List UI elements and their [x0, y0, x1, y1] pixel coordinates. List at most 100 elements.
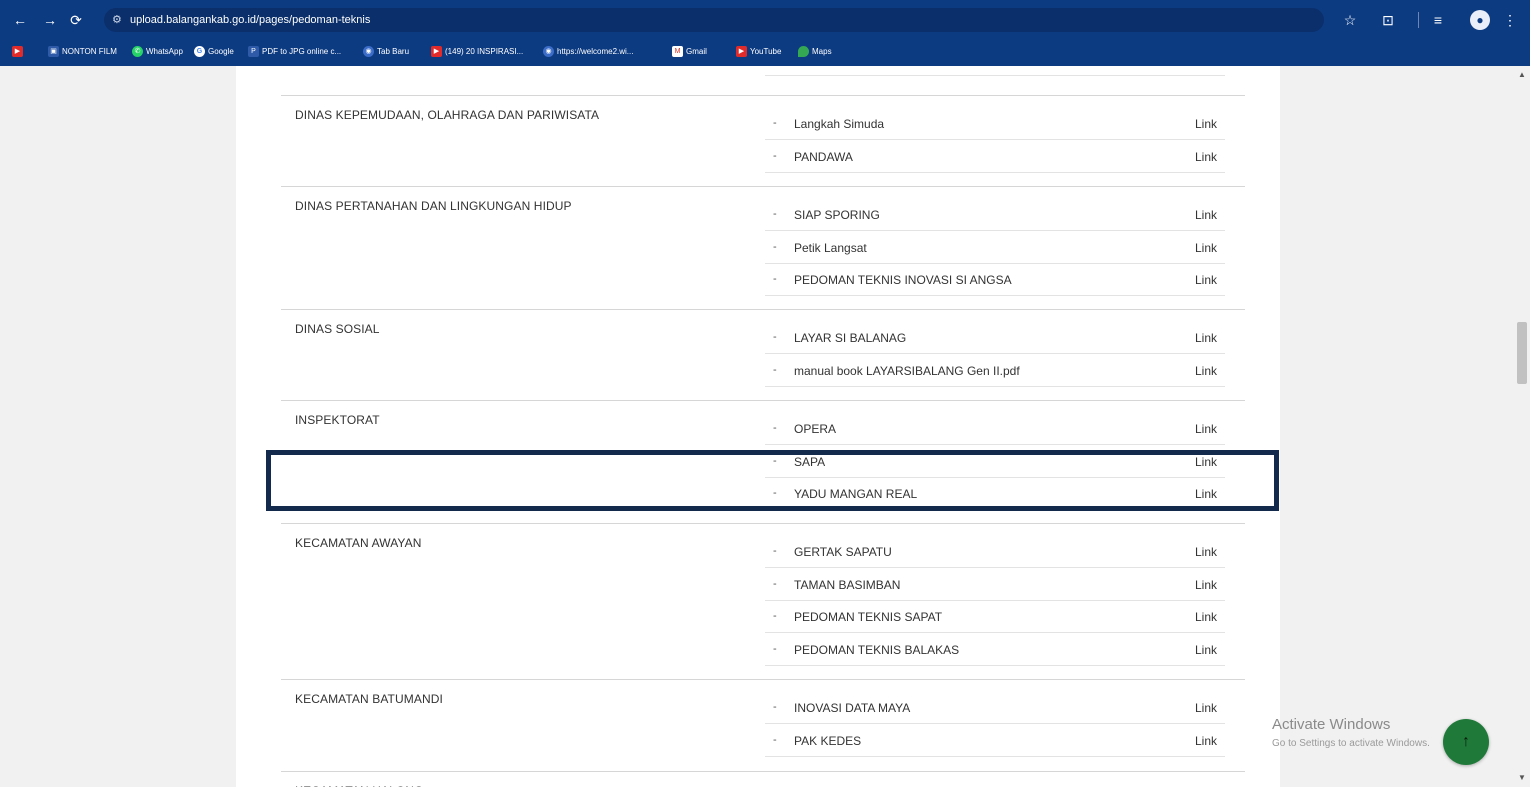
guide-item-name: INOVASI DATA MAYA — [794, 701, 911, 715]
youtube-icon: ▶ — [431, 46, 442, 58]
guide-item: - manual book LAYARSIBALANG Gen II.pdf Lin… — [765, 355, 1225, 387]
bookmark-item[interactable]: ▶ (149) 20 INSPIRASI... — [431, 44, 523, 60]
reading-list-icon[interactable]: ≡ — [1428, 10, 1448, 30]
department-name: DINAS SOSIAL — [295, 322, 380, 336]
guide-item-name: PEDOMAN TEKNIS INOVASI SI ANGSA — [794, 273, 1012, 287]
bookmark-item[interactable]: ◉ Tab Baru — [363, 44, 409, 60]
guide-item-link[interactable]: Link — [1195, 331, 1217, 345]
bookmark-item[interactable]: ▶ — [12, 44, 26, 60]
guide-item-name: OPERA — [794, 422, 837, 436]
guide-item: - PEDOMAN TEKNIS BALAKAS Link — [765, 634, 1225, 666]
guide-item-link[interactable]: Link — [1195, 545, 1217, 559]
guide-item-name: Langkah Simuda — [794, 117, 885, 131]
bookmark-label: Gmail — [686, 47, 707, 56]
profile-avatar[interactable]: ● — [1470, 10, 1490, 30]
guide-item-link[interactable]: Link — [1195, 208, 1217, 222]
item-bullet: - — [773, 733, 777, 746]
item-bullet: - — [773, 273, 777, 285]
guide-item-name: LAYAR SI BALANAG — [794, 331, 907, 345]
google-icon: G — [194, 46, 205, 58]
bookmark-label: PDF to JPG online c... — [262, 47, 342, 56]
department-name: KECAMATAN AWAYAN — [295, 536, 422, 550]
guide-item-link[interactable]: Link — [1195, 273, 1217, 287]
bookmark-label: https://welcome2.wi... — [557, 47, 634, 56]
youtube-icon: ▶ — [12, 46, 23, 58]
guide-item-link[interactable]: Link — [1195, 643, 1217, 657]
guide-item: - GERTAK SAPATU Link — [765, 536, 1225, 568]
bookmark-item[interactable]: P PDF to JPG online c... — [248, 44, 341, 60]
extension-icon[interactable]: ⊡ — [1378, 10, 1398, 30]
bookmark-item[interactable]: M Gmail — [672, 44, 707, 60]
guide-item-link[interactable]: Link — [1195, 610, 1217, 624]
reload-button[interactable]: ⟳ — [66, 10, 86, 30]
department-group: KECAMATAN AWAYAN - GERTAK SAPATU Link - TAMAN… — [281, 523, 1245, 679]
pdf-icon: P — [248, 46, 259, 58]
activate-windows-title: Activate Windows — [1272, 716, 1391, 733]
address-bar[interactable]: ⚙ upload.balangankab.go.id/pages/pedoman… — [104, 8, 1324, 32]
guide-item-name: SIAP SPORING — [794, 208, 880, 222]
department-group: DINAS PERTANAHAN DAN LINGKUNGAN HIDUP - SI… — [281, 186, 1245, 309]
forward-button[interactable]: → — [40, 10, 60, 30]
guide-item-name: TAMAN BASIMBAN — [794, 577, 901, 592]
scroll-to-top-button[interactable]: ↑ — [1443, 719, 1489, 765]
content-panel: DINAS KEPEMUDAAN, OLAHRAGA DAN PARIWISAT… — [236, 66, 1280, 787]
address-url: upload.balangankab.go.id/pages/pedoman-t… — [130, 14, 371, 26]
guide-item: - Petik Langsat Link — [765, 232, 1225, 264]
scrollbar[interactable]: ▲ ▼ — [1514, 66, 1530, 787]
bookmark-label: NONTON FILM — [62, 47, 117, 56]
browser-toolbar: ← → ⟳ ⚙ upload.balangankab.go.id/pages/p… — [0, 0, 1530, 40]
guide-item: - PEDOMAN TEKNIS SAPAT Link — [765, 601, 1225, 633]
whatsapp-icon: ✆ — [132, 46, 143, 58]
globe-icon: ◉ — [363, 46, 374, 58]
globe-icon: ◉ — [543, 46, 554, 58]
item-bullet: - — [773, 331, 777, 343]
bookmark-item[interactable]: ◉ https://welcome2.wi... — [543, 44, 633, 60]
guide-item-link[interactable]: Link — [1195, 578, 1217, 592]
bookmark-item[interactable]: ▣ NONTON FILM — [48, 44, 117, 60]
bookmark-label: Google — [208, 47, 234, 56]
department-name: KECAMATAN BATUMANDI — [295, 692, 443, 706]
scrollbar-thumb[interactable] — [1517, 322, 1527, 384]
department-group: KECAMATAN HALONG — [281, 771, 1245, 787]
bookmark-label: YouTube — [750, 47, 782, 56]
menu-icon[interactable]: ⋮ — [1500, 10, 1520, 30]
previous-row-end — [765, 66, 1225, 76]
item-bullet: - — [773, 545, 777, 557]
item-bullet: - — [773, 117, 777, 129]
item-bullet: - — [773, 701, 777, 713]
browser-chrome: ← → ⟳ ⚙ upload.balangankab.go.id/pages/p… — [0, 0, 1530, 66]
guide-item-link[interactable]: Link — [1195, 734, 1217, 748]
bookmarks-bar: ▶ ▣ NONTON FILM ✆ WhatsApp G Google P PDF to JPG… — [0, 40, 1530, 64]
scroll-down-icon[interactable]: ▼ — [1517, 773, 1527, 783]
bookmark-item[interactable]: ▶ YouTube — [736, 44, 781, 60]
youtube-icon: ▶ — [736, 46, 747, 58]
scroll-up-icon[interactable]: ▲ — [1517, 70, 1527, 80]
bookmark-item[interactable]: G Google — [194, 44, 234, 60]
star-icon[interactable]: ☆ — [1340, 10, 1360, 30]
guide-item: - INOVASI DATA MAYA Link — [765, 692, 1225, 724]
guide-item-link[interactable]: Link — [1195, 701, 1217, 715]
item-bullet: - — [773, 240, 777, 253]
bookmark-label: Maps — [812, 47, 832, 56]
guide-item-name: PEDOMAN TEKNIS SAPAT — [794, 610, 943, 624]
item-bullet: - — [773, 610, 777, 622]
item-bullet: - — [773, 422, 777, 434]
bookmark-label: WhatsApp — [146, 47, 183, 56]
guide-item-link[interactable]: Link — [1195, 241, 1217, 255]
guide-item-link[interactable]: Link — [1195, 117, 1217, 131]
department-group: DINAS KEPEMUDAAN, OLAHRAGA DAN PARIWISAT… — [281, 95, 1245, 186]
bookmark-item[interactable]: ✆ WhatsApp — [132, 44, 183, 60]
site-info-icon[interactable]: ⚙ — [112, 8, 122, 32]
guide-item-link[interactable]: Link — [1195, 364, 1217, 378]
department-name: DINAS KEPEMUDAAN, OLAHRAGA DAN PARIWISAT… — [295, 108, 600, 122]
item-bullet: - — [773, 208, 777, 220]
maps-icon — [798, 46, 809, 58]
bookmark-item[interactable]: Maps — [798, 44, 832, 60]
activate-windows-subtitle: Go to Settings to activate Windows. — [1272, 738, 1430, 749]
guide-item-link[interactable]: Link — [1195, 422, 1217, 436]
highlight-box — [266, 450, 1279, 511]
guide-item: - PAK KEDES Link — [765, 725, 1225, 757]
back-button[interactable]: ← — [10, 10, 30, 30]
guide-item-link[interactable]: Link — [1195, 150, 1217, 164]
folder-icon: ▣ — [48, 46, 59, 58]
